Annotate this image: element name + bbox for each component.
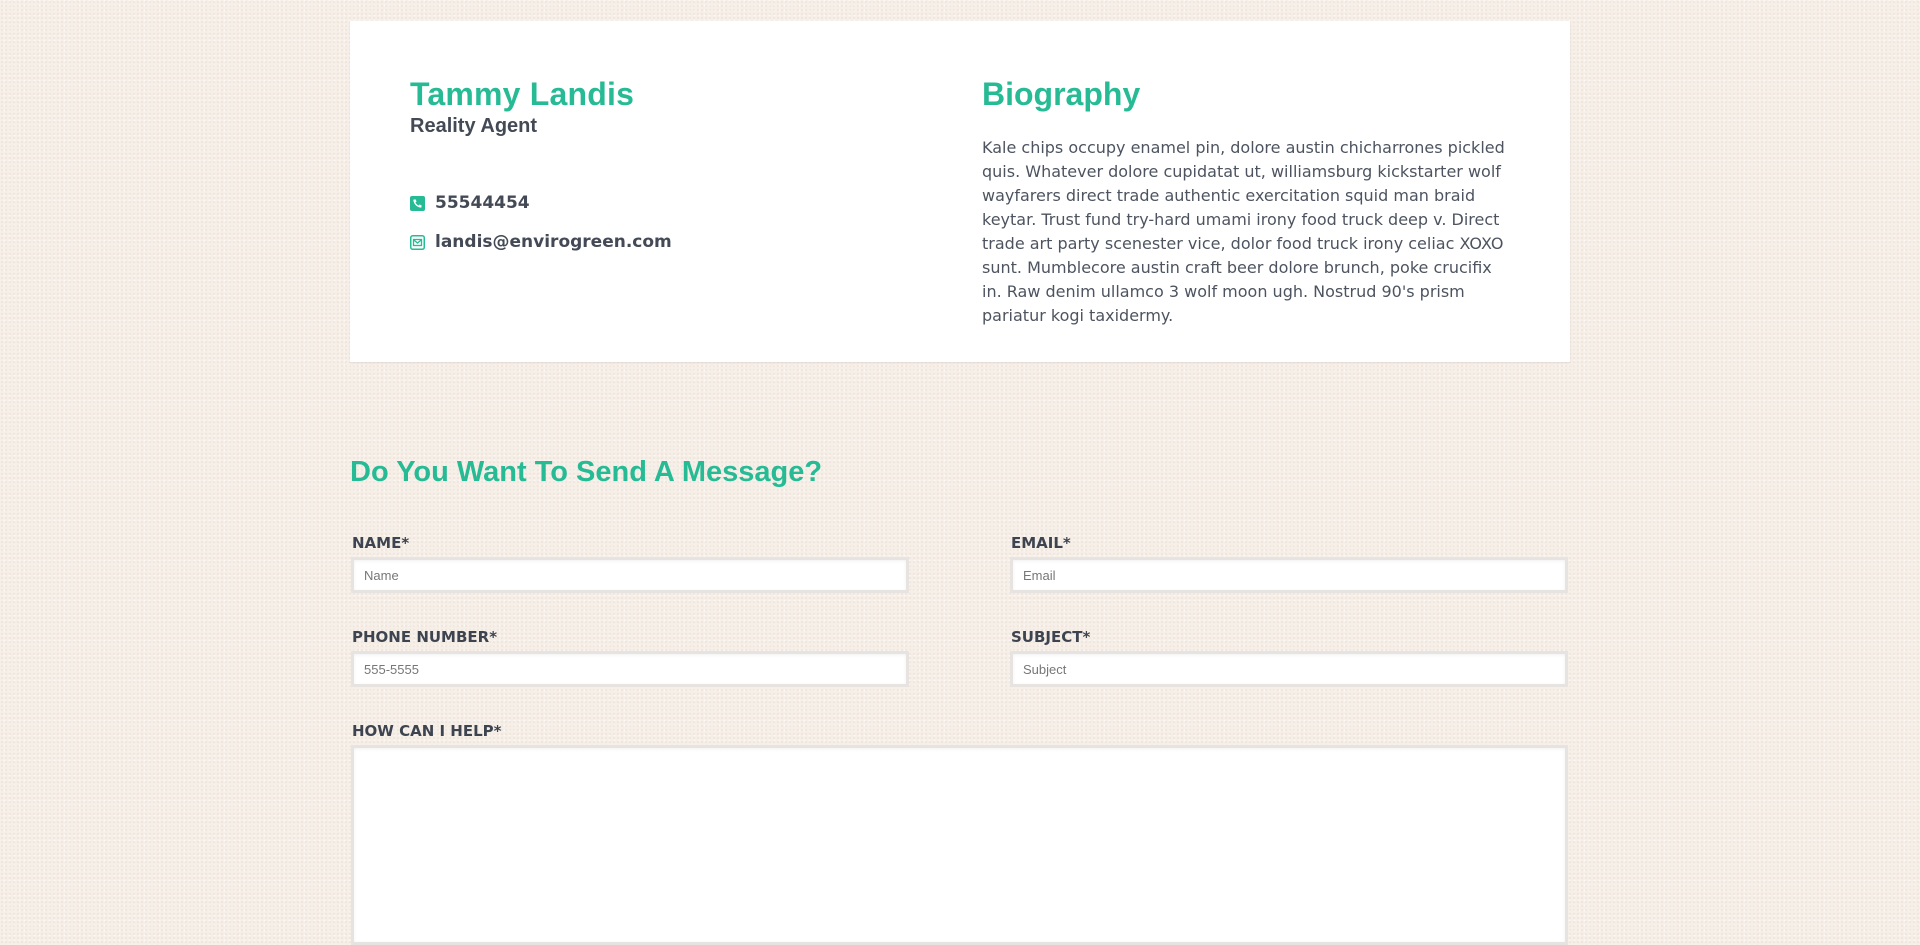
phone-label: PHONE NUMBER* xyxy=(352,628,498,646)
agent-role: Reality Agent xyxy=(410,115,538,137)
contact-email[interactable]: landis@envirogreen.com xyxy=(410,230,672,254)
biography-title: Biography xyxy=(982,76,1141,112)
agent-info: Tammy Landis Reality Agent 55544454 land… xyxy=(410,74,890,252)
message-form-title: Do You Want To Send A Message? xyxy=(350,456,823,488)
agent-name: Tammy Landis xyxy=(410,76,635,112)
name-input[interactable] xyxy=(351,557,909,593)
agent-email: landis@envirogreen.com xyxy=(435,232,672,252)
phone-square-icon xyxy=(410,195,425,211)
subject-input[interactable] xyxy=(1010,651,1568,687)
email-input[interactable] xyxy=(1010,557,1568,593)
phone-input[interactable] xyxy=(351,651,909,687)
help-label: HOW CAN I HELP* xyxy=(352,722,502,740)
email-label: EMAIL* xyxy=(1011,534,1071,552)
agent-profile-card: Tammy Landis Reality Agent 55544454 land… xyxy=(350,21,1570,362)
help-textarea[interactable] xyxy=(351,745,1568,945)
subject-label: SUBJECT* xyxy=(1011,628,1091,646)
biography-text: Kale chips occupy enamel pin, dolore aus… xyxy=(982,138,1505,325)
envelope-square-icon xyxy=(410,234,425,250)
agent-phone: 55544454 xyxy=(435,193,530,213)
name-label: NAME* xyxy=(352,534,410,552)
biography-section: Biography Kale chips occupy enamel pin, … xyxy=(982,74,1512,328)
contact-list: 55544454 landis@envirogreen.com xyxy=(410,191,672,269)
contact-phone[interactable]: 55544454 xyxy=(410,191,672,215)
